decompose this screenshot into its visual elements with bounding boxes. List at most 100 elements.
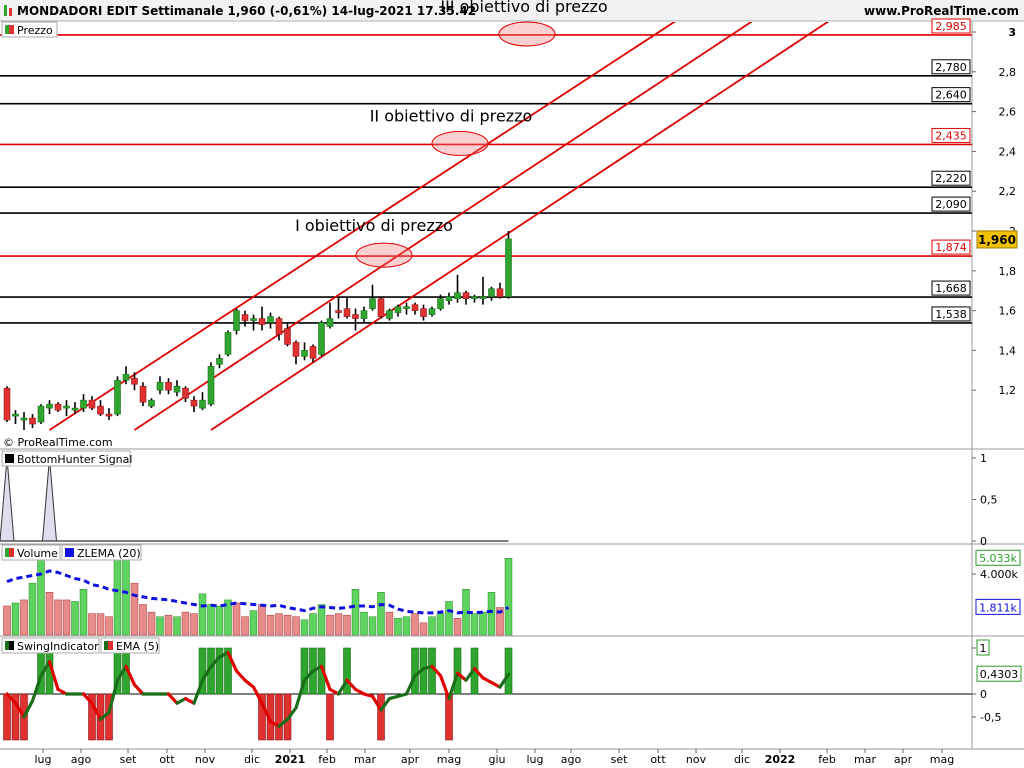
level-label: 2,220: [935, 172, 967, 185]
volume-bar: [147, 611, 156, 636]
candle-body: [148, 399, 155, 407]
volume-bar: [79, 589, 88, 636]
candle-body: [318, 322, 325, 355]
legend-zlema[interactable]: ZLEMA (20): [61, 544, 142, 561]
level-label: 1,668: [935, 282, 967, 295]
price-target-ellipse: [431, 130, 489, 156]
price-target-annotation: I obiettivo di prezzo: [295, 216, 453, 235]
swing-ytick-label: -0,5: [980, 711, 1001, 724]
level-label: 1,874: [935, 241, 967, 254]
price-target-ellipse: [498, 21, 556, 47]
volume-bar: [96, 613, 105, 636]
level-label: 2,435: [935, 129, 967, 142]
legend-swing[interactable]: SwingIndicator: [1, 637, 100, 654]
candle-body: [241, 314, 249, 321]
candle-body: [369, 298, 376, 309]
volume-bar: [241, 616, 249, 636]
candle-body: [343, 308, 351, 317]
price-candle: [233, 308, 240, 335]
x-tick-label: feb: [818, 753, 836, 766]
candle-body: [233, 310, 240, 331]
legend-prezzo[interactable]: Prezzo: [1, 21, 58, 38]
legend-volume[interactable]: Volume: [1, 544, 61, 561]
price-ytick-label: 1,6: [999, 305, 1017, 318]
candle-body: [420, 308, 427, 317]
x-tick-label: lug: [34, 753, 51, 766]
volume-bar: [130, 582, 139, 636]
bh-ytick-label: 0: [980, 535, 987, 548]
x-tick-label: ago: [71, 753, 92, 766]
bh-ytick-label: 0,5: [980, 494, 998, 507]
candle-body: [20, 417, 28, 421]
volume-bar: [62, 599, 71, 636]
candle-body: [411, 304, 419, 311]
price-candle: [318, 320, 325, 357]
volume-value-label: 1.811k: [979, 601, 1017, 614]
x-tick-label: dic: [244, 753, 260, 766]
price-ytick-label: 3: [1008, 26, 1016, 39]
legend-bottomhunter-label: BottomHunter Signal: [17, 453, 132, 466]
x-tick-label: dic: [734, 753, 750, 766]
x-tick-label: giu: [488, 753, 505, 766]
candle-body: [131, 377, 138, 385]
candle-body: [216, 358, 223, 365]
swing-bar: [411, 647, 419, 695]
candle-body: [377, 298, 385, 317]
candle-body: [80, 399, 87, 409]
level-label: 2,985: [935, 20, 967, 33]
price-ytick-label: 2,4: [999, 145, 1017, 158]
swing-ytick-label: 0: [980, 688, 987, 701]
x-tick-label: 2022: [765, 753, 796, 766]
volume-bar: [139, 604, 147, 636]
volume-bar: [309, 613, 317, 636]
price-ytick-label: 2,8: [999, 66, 1017, 79]
volume-bar: [37, 556, 45, 636]
volume-bar: [232, 602, 241, 636]
price-candle: [37, 404, 45, 425]
x-tick-label: nov: [195, 753, 216, 766]
candle-body: [139, 385, 147, 403]
candle-body: [301, 350, 308, 357]
price-ytick-label: 2,6: [999, 106, 1017, 119]
candle-body: [275, 318, 283, 335]
volume-bar: [428, 616, 436, 636]
volume-bar: [487, 592, 496, 636]
volume-bar: [215, 605, 224, 636]
candle-body: [199, 399, 206, 409]
volume-bar: [351, 589, 360, 636]
volume-bar: [275, 613, 283, 636]
website-label[interactable]: www.ProRealTime.com: [864, 4, 1019, 18]
candle-body: [386, 310, 393, 319]
x-tick-label: ago: [561, 753, 582, 766]
price-ytick-label: 1,4: [999, 344, 1017, 357]
volume-bar: [283, 614, 292, 636]
x-tick-label: 2021: [275, 753, 306, 766]
volume-bar: [190, 613, 198, 636]
x-tick-label: mag: [930, 753, 954, 766]
price-candle: [224, 330, 232, 357]
x-tick-label: ott: [159, 753, 175, 766]
candle-body: [97, 405, 104, 415]
candle-body: [54, 403, 62, 411]
swing-value-label: 0,4303: [980, 668, 1019, 681]
chart-canvas: MONDADORI EDIT Settimanale 1,960 (-0,61%…: [0, 0, 1024, 768]
chart-title: MONDADORI EDIT Settimanale 1,960 (-0,61%…: [17, 4, 476, 18]
legend-ema-label: EMA (5): [116, 640, 159, 653]
candle-body: [267, 316, 274, 323]
volume-bar: [266, 614, 275, 636]
volume-bar: [385, 611, 394, 636]
legend-volume-label: Volume: [17, 547, 58, 560]
x-tick-label: set: [120, 753, 137, 766]
legend-prezzo-label: Prezzo: [17, 24, 53, 37]
copyright-label: © ProRealTime.com: [3, 436, 113, 449]
volume-bar: [453, 617, 462, 636]
volume-bar: [402, 616, 411, 636]
volume-bar: [317, 604, 326, 636]
candle-body: [182, 387, 189, 399]
price-candle: [3, 386, 11, 423]
candle-body: [190, 399, 198, 407]
volume-bar: [504, 557, 513, 636]
legend-bottomhunter[interactable]: BottomHunter Signal: [1, 450, 132, 467]
bh-ytick-label: 1: [980, 452, 987, 465]
legend-ema[interactable]: EMA (5): [100, 637, 160, 654]
